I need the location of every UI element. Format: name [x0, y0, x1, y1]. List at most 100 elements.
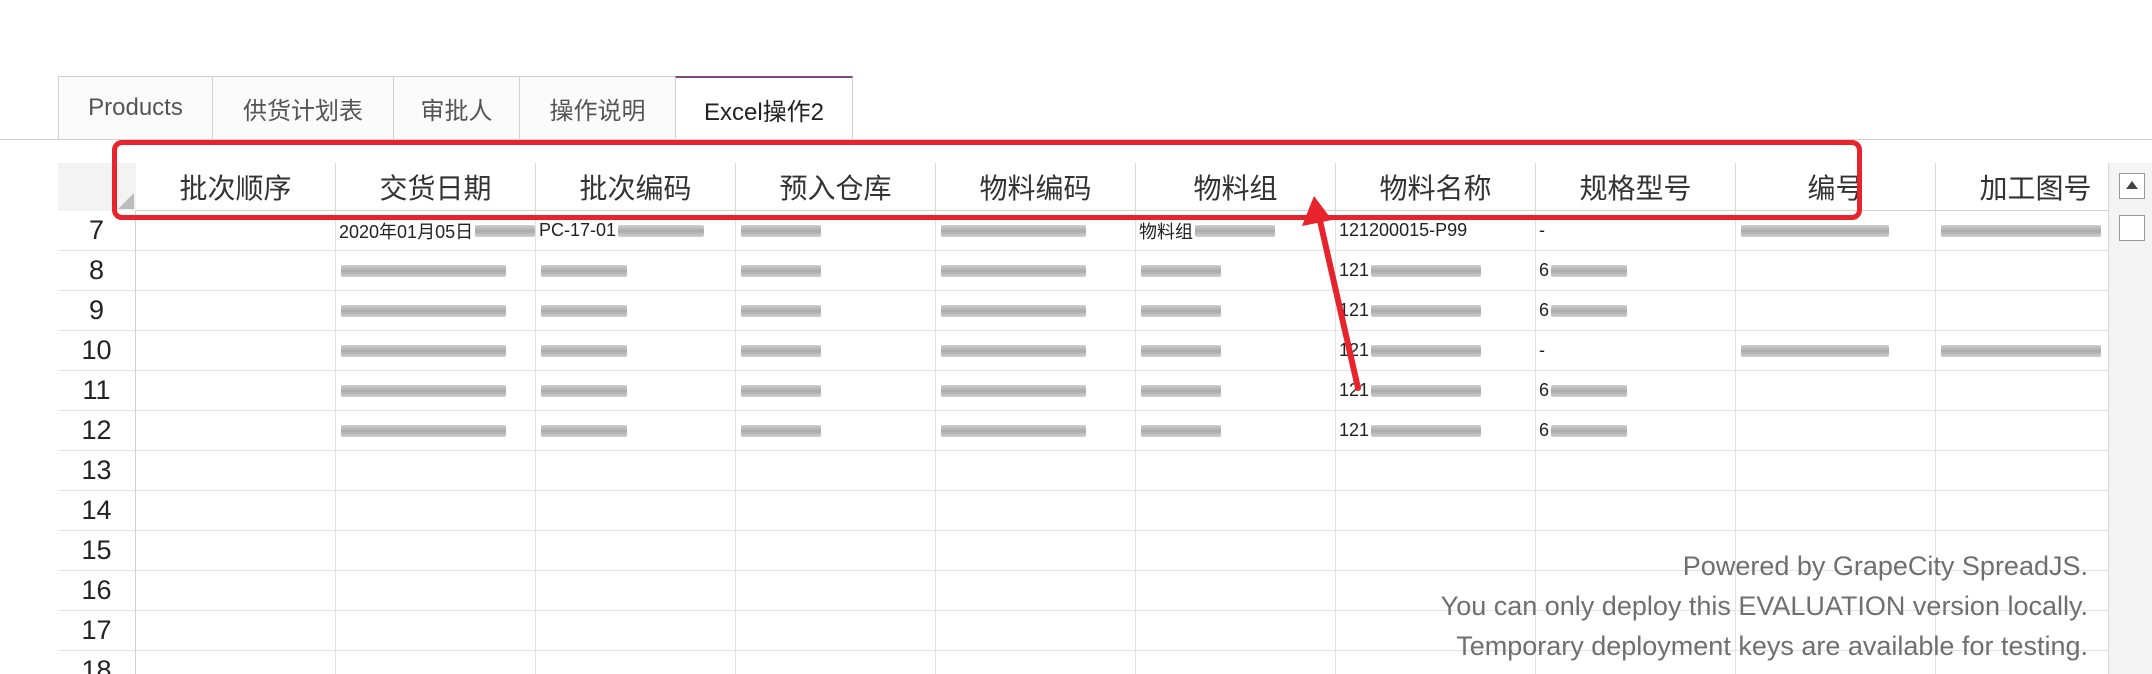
table-cell[interactable] [136, 331, 336, 371]
table-cell[interactable] [136, 251, 336, 291]
table-cell[interactable] [136, 611, 336, 651]
table-cell[interactable] [536, 291, 736, 331]
table-cell[interactable] [1136, 611, 1336, 651]
row-header[interactable]: 17 [58, 611, 136, 651]
table-cell[interactable] [536, 451, 736, 491]
table-cell[interactable] [1936, 411, 2108, 451]
table-cell[interactable] [536, 531, 736, 571]
table-cell[interactable] [136, 491, 336, 531]
table-cell[interactable] [1936, 251, 2108, 291]
table-cell[interactable] [536, 251, 736, 291]
table-cell[interactable] [1936, 451, 2108, 491]
table-cell[interactable] [536, 331, 736, 371]
table-cell[interactable] [736, 251, 936, 291]
table-cell[interactable]: 121 [1336, 411, 1536, 451]
table-cell[interactable] [536, 651, 736, 674]
table-cell[interactable] [736, 611, 936, 651]
table-cell[interactable] [1136, 491, 1336, 531]
table-cell[interactable] [336, 331, 536, 371]
row-header[interactable]: 10 [58, 331, 136, 371]
table-cell[interactable]: - [1536, 331, 1736, 371]
column-header-col-drawing-no[interactable]: 加工图号 [1936, 163, 2108, 211]
row-header[interactable]: 13 [58, 451, 136, 491]
table-cell[interactable] [1536, 451, 1736, 491]
table-cell[interactable] [1136, 571, 1336, 611]
table-cell[interactable] [936, 251, 1136, 291]
table-cell[interactable] [136, 371, 336, 411]
table-cell[interactable]: 6 [1536, 371, 1736, 411]
table-cell[interactable] [736, 291, 936, 331]
row-header[interactable]: 16 [58, 571, 136, 611]
table-cell[interactable]: 6 [1536, 251, 1736, 291]
table-cell[interactable] [936, 491, 1136, 531]
table-cell[interactable] [1936, 331, 2108, 371]
table-cell[interactable]: 6 [1536, 411, 1736, 451]
table-cell[interactable] [736, 531, 936, 571]
table-cell[interactable] [936, 371, 1136, 411]
table-cell[interactable]: 121 [1336, 291, 1536, 331]
table-cell[interactable]: 6 [1536, 291, 1736, 331]
table-cell[interactable]: 121 [1336, 251, 1536, 291]
tab-supply-plan[interactable]: 供货计划表 [212, 76, 394, 139]
table-cell[interactable]: 121 [1336, 331, 1536, 371]
table-cell[interactable] [1136, 451, 1336, 491]
table-cell[interactable] [1136, 411, 1336, 451]
table-cell[interactable] [136, 531, 336, 571]
table-cell[interactable]: 121 [1336, 371, 1536, 411]
table-cell[interactable] [736, 491, 936, 531]
table-cell[interactable] [136, 411, 336, 451]
table-cell[interactable] [736, 651, 936, 674]
row-header[interactable]: 15 [58, 531, 136, 571]
table-cell[interactable] [736, 411, 936, 451]
table-cell[interactable] [736, 451, 936, 491]
tab-excel-op2[interactable]: Excel操作2 [675, 76, 853, 140]
table-cell[interactable] [136, 291, 336, 331]
table-cell[interactable] [1736, 331, 1936, 371]
table-cell[interactable] [536, 611, 736, 651]
table-cell[interactable] [336, 611, 536, 651]
table-cell[interactable] [1936, 291, 2108, 331]
row-header[interactable]: 9 [58, 291, 136, 331]
table-cell[interactable] [1936, 491, 2108, 531]
table-cell[interactable] [1336, 451, 1536, 491]
table-cell[interactable] [1136, 531, 1336, 571]
table-cell[interactable] [736, 371, 936, 411]
table-cell[interactable] [336, 531, 536, 571]
table-cell[interactable] [336, 371, 536, 411]
table-cell[interactable] [936, 571, 1136, 611]
table-cell[interactable] [336, 491, 536, 531]
table-cell[interactable] [1136, 331, 1336, 371]
row-header[interactable]: 18 [58, 651, 136, 674]
table-cell[interactable] [536, 371, 736, 411]
table-cell[interactable] [536, 571, 736, 611]
table-cell[interactable] [1736, 291, 1936, 331]
table-cell[interactable] [1136, 251, 1336, 291]
table-cell[interactable] [1936, 211, 2108, 251]
table-cell[interactable] [1136, 371, 1336, 411]
table-cell[interactable] [936, 611, 1136, 651]
table-cell[interactable] [336, 251, 536, 291]
table-cell[interactable] [536, 491, 736, 531]
table-cell[interactable] [1736, 371, 1936, 411]
table-cell[interactable] [336, 571, 536, 611]
table-cell[interactable] [336, 451, 536, 491]
table-cell[interactable] [736, 331, 936, 371]
table-cell[interactable] [736, 571, 936, 611]
table-cell[interactable] [936, 411, 1136, 451]
scroll-thumb[interactable] [2119, 215, 2145, 241]
table-cell[interactable] [1136, 291, 1336, 331]
table-cell[interactable] [336, 651, 536, 674]
row-header[interactable]: 8 [58, 251, 136, 291]
table-cell[interactable] [1536, 491, 1736, 531]
scroll-up-button[interactable] [2119, 173, 2145, 199]
row-header[interactable]: 12 [58, 411, 136, 451]
table-cell[interactable] [1136, 651, 1336, 674]
table-cell[interactable] [1736, 411, 1936, 451]
table-cell[interactable] [336, 291, 536, 331]
vertical-scrollbar[interactable] [2108, 163, 2152, 674]
table-cell[interactable] [936, 331, 1136, 371]
table-cell[interactable] [536, 411, 736, 451]
table-cell[interactable] [136, 651, 336, 674]
table-cell[interactable] [936, 451, 1136, 491]
tab-products[interactable]: Products [58, 76, 213, 139]
